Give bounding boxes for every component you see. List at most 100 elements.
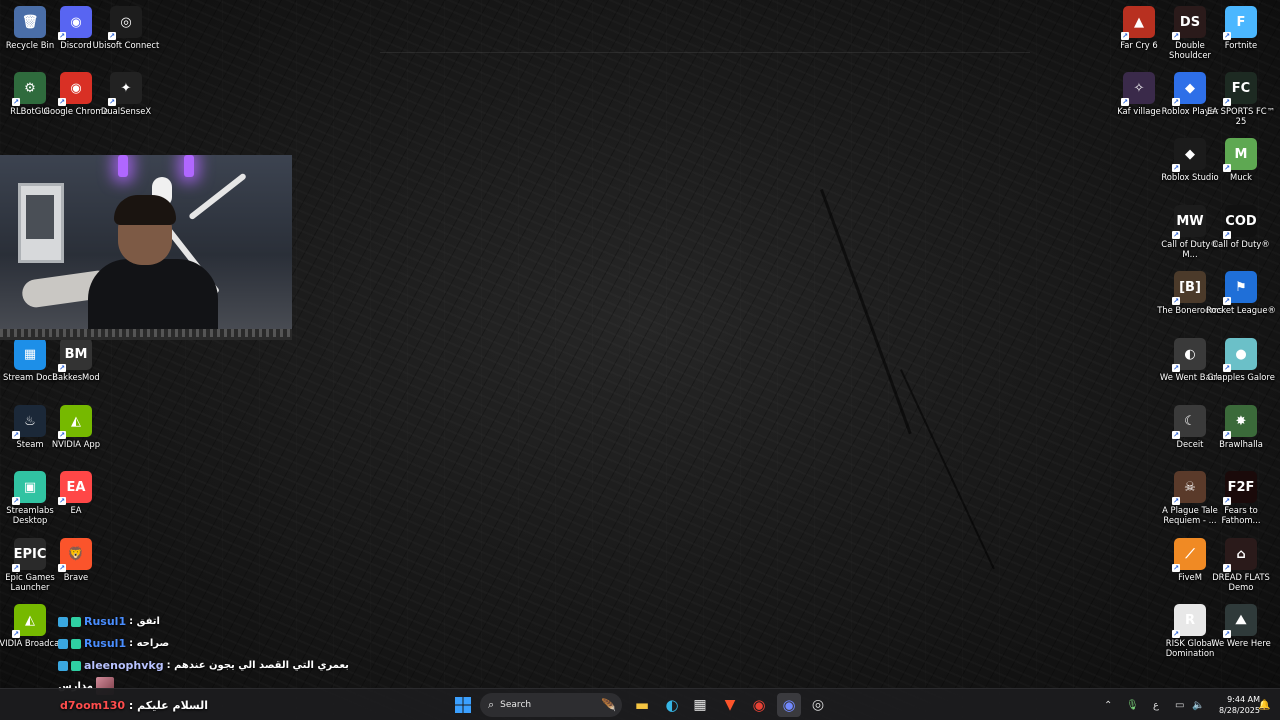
shortcut-arrow-icon: ↗ bbox=[1223, 297, 1231, 305]
notification-button[interactable]: 🔔 bbox=[1258, 689, 1270, 720]
tray-mic[interactable]: 🎙 bbox=[1126, 689, 1139, 720]
desktop-icon-nvidia-app[interactable]: ◭ ↗ NVIDIA App bbox=[51, 405, 101, 449]
muck-glyph: M bbox=[1234, 146, 1248, 162]
we-were-here-glyph: ⛰ bbox=[1235, 612, 1247, 628]
ubisoft-connect-icon: ◎ ↗ bbox=[108, 6, 142, 40]
desktop-icon-ea-sports-fc-25[interactable]: FC ↗ EA SPORTS FC™ 25 bbox=[1207, 72, 1275, 126]
desktop-icon-dread-flats-demo[interactable]: ⌂ ↗ DREAD FLATS Demo bbox=[1212, 538, 1270, 592]
desktop-icon-label: Brawlhalla bbox=[1219, 439, 1263, 449]
fears-to-fathom-icon: F2F ↗ bbox=[1223, 471, 1257, 505]
shortcut-arrow-icon: ↗ bbox=[12, 630, 20, 638]
roblox-player-icon: ◆ ↗ bbox=[1172, 72, 1206, 106]
webcam-person-body bbox=[88, 259, 218, 337]
network-button[interactable]: ▭ bbox=[1175, 689, 1184, 720]
the-bonerooms-icon: [B] ↗ bbox=[1172, 271, 1206, 305]
chat-badge-icon bbox=[71, 638, 81, 649]
search-highlight-icon: 🪶 bbox=[601, 698, 616, 712]
fivem-glyph: ⟋ bbox=[1185, 546, 1195, 562]
the-bonerooms-glyph: [B] bbox=[1179, 279, 1201, 295]
brawlhalla-glyph: ✸ bbox=[1235, 413, 1247, 429]
nvidia-broadcast-icon: ◭ ↗ bbox=[12, 604, 46, 638]
clock[interactable]: 9:44 AM 8/28/2025 bbox=[1204, 694, 1260, 716]
shortcut-arrow-icon: ↗ bbox=[1172, 297, 1180, 305]
rlbotgui-glyph: ⚙ bbox=[24, 80, 36, 96]
shortcut-arrow-icon: ↗ bbox=[1223, 98, 1231, 106]
discord-icon: ◉ bbox=[782, 696, 796, 714]
recycle-bin-icon: 🗑 bbox=[14, 6, 46, 38]
desktop-icon-call-of-duty-mw[interactable]: MW ↗ Call of Duty® M... bbox=[1161, 205, 1219, 259]
chat-badge-icon bbox=[58, 616, 68, 627]
shortcut-arrow-icon: ↗ bbox=[1223, 364, 1231, 372]
bell-icon: 🔔 bbox=[1258, 699, 1271, 711]
shortcut-arrow-icon: ↗ bbox=[1172, 231, 1180, 239]
grapples-galore-icon: ● ↗ bbox=[1223, 338, 1257, 372]
store-button[interactable]: ▦ bbox=[688, 693, 712, 717]
desktop-icon-brave[interactable]: 🦁 ↗ Brave bbox=[51, 538, 101, 582]
volume-button[interactable]: 🔈 bbox=[1192, 689, 1204, 720]
double-shouldcer-icon: DS ↗ bbox=[1172, 6, 1206, 40]
shortcut-arrow-icon: ↗ bbox=[58, 431, 66, 439]
chat-text: : اتفق bbox=[129, 616, 160, 627]
roblox-player-glyph: ◆ bbox=[1185, 80, 1195, 96]
call-of-duty-glyph: COD bbox=[1225, 213, 1257, 229]
desktop-icon-muck[interactable]: M ↗ Muck bbox=[1216, 138, 1266, 182]
taskbar-search[interactable]: ⌕ Search 🪶 bbox=[480, 693, 622, 717]
desktop-icon-label: Call of Duty® bbox=[1212, 239, 1270, 249]
rocket-league-icon: ⚑ ↗ bbox=[1223, 271, 1257, 305]
fears-to-fathom-glyph: F2F bbox=[1227, 479, 1255, 495]
streamlabs-desktop-glyph: ▣ bbox=[23, 479, 37, 495]
desktop-icon-rocket-league[interactable]: ⚑ ↗ Rocket League® bbox=[1206, 271, 1276, 315]
shortcut-arrow-icon: ↗ bbox=[12, 564, 20, 572]
shortcut-arrow-icon: ↗ bbox=[1172, 364, 1180, 372]
chat-badge-icon bbox=[58, 660, 68, 671]
desktop-icon-epic-games-launcher[interactable]: EPIC ↗ Epic Games Launcher bbox=[5, 538, 55, 592]
desktop-icon-risk-global-domination[interactable]: R ↗ RISK Global Domination bbox=[1165, 604, 1215, 658]
fivem-icon: ⟋ ↗ bbox=[1172, 538, 1206, 572]
file-explorer-button[interactable]: ▬ bbox=[630, 693, 654, 717]
we-went-back-icon: ◐ ↗ bbox=[1172, 338, 1206, 372]
shortcut-arrow-icon: ↗ bbox=[1172, 564, 1180, 572]
far-cry-6-glyph: ▲ bbox=[1134, 14, 1144, 30]
desktop-icon-call-of-duty[interactable]: COD ↗ Call of Duty® bbox=[1212, 205, 1270, 249]
shortcut-arrow-icon: ↗ bbox=[1223, 431, 1231, 439]
edge-button[interactable]: ◐ bbox=[660, 693, 684, 717]
desktop-icon-ea[interactable]: EA ↗ EA bbox=[51, 471, 101, 515]
shortcut-arrow-icon: ↗ bbox=[1223, 164, 1231, 172]
desktop-icon-label: BakkesMod bbox=[52, 372, 100, 382]
chrome-taskbar-button[interactable]: ◉ bbox=[747, 693, 771, 717]
desktop-icon-dualsensex[interactable]: ✦ ↗ DualSenseX bbox=[101, 72, 151, 116]
desktop-icon-we-were-here[interactable]: ⛰ ↗ We Were Here bbox=[1211, 604, 1271, 648]
brave-taskbar-button[interactable]: ▼ bbox=[718, 693, 742, 717]
desktop-icon-label: DualSenseX bbox=[100, 106, 152, 116]
network-icon: ▭ bbox=[1175, 699, 1185, 711]
obs-taskbar-button[interactable]: ◎ bbox=[806, 693, 830, 717]
google-chrome-glyph: ◉ bbox=[70, 80, 82, 96]
desktop-icon-streamlabs-desktop[interactable]: ▣ ↗ Streamlabs Desktop bbox=[5, 471, 55, 525]
tray-overflow[interactable]: ⌃ bbox=[1104, 689, 1112, 720]
desktop-icon-double-shouldcer[interactable]: DS ↗ Double Shouldcer bbox=[1165, 6, 1215, 60]
grapples-galore-glyph: ● bbox=[1235, 346, 1247, 362]
desktop-icon-ubisoft-connect[interactable]: ◎ ↗ Ubisoft Connect bbox=[93, 6, 159, 50]
steam-glyph: ♨ bbox=[24, 413, 36, 429]
start-button[interactable] bbox=[451, 693, 475, 717]
call-of-duty-mw-glyph: MW bbox=[1176, 213, 1204, 229]
muck-icon: M ↗ bbox=[1223, 138, 1257, 172]
stream-dock-glyph: ▦ bbox=[23, 346, 37, 362]
ea-glyph: EA bbox=[66, 479, 86, 495]
desktop-icon-bakkesmod[interactable]: BM ↗ BakkesMod bbox=[51, 338, 101, 382]
brave-icon: 🦁 ↗ bbox=[58, 538, 92, 572]
desktop-icon-label: We Were Here bbox=[1211, 638, 1271, 648]
epic-games-launcher-glyph: EPIC bbox=[13, 546, 47, 562]
webcam-torn-edge bbox=[0, 329, 292, 337]
desktop-icon-brawlhalla[interactable]: ✸ ↗ Brawlhalla bbox=[1216, 405, 1266, 449]
desktop-icon-grapples-galore[interactable]: ● ↗ Grapples Galore bbox=[1207, 338, 1275, 382]
desktop-icon-nvidia-broadcast[interactable]: ◭ ↗ NVIDIA Broadcast bbox=[0, 604, 67, 648]
language-indicator[interactable]: ع bbox=[1153, 689, 1159, 720]
chrome-icon: ◉ bbox=[752, 696, 766, 714]
desktop-icon-label: NVIDIA Broadcast bbox=[0, 638, 67, 648]
discord-taskbar-button[interactable]: ◉ bbox=[777, 693, 801, 717]
steam-icon: ♨ ↗ bbox=[12, 405, 46, 439]
desktop-icon-fears-to-fathom[interactable]: F2F ↗ Fears to Fathom... bbox=[1216, 471, 1266, 525]
desktop-icon-fortnite[interactable]: F ↗ Fortnite bbox=[1216, 6, 1266, 50]
desktop-icon-label: Grapples Galore bbox=[1207, 372, 1275, 382]
